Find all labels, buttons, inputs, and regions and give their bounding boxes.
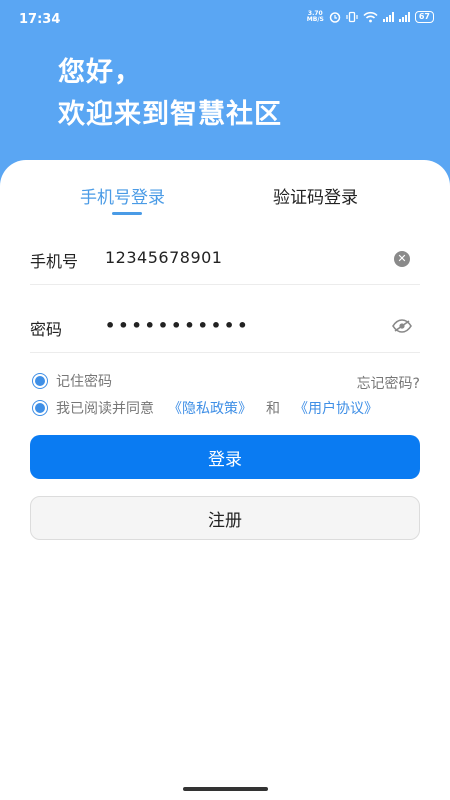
- greeting: 您好， 欢迎来到智慧社区: [58, 52, 282, 136]
- password-label: 密码: [30, 320, 63, 339]
- wifi-icon: [363, 11, 378, 23]
- status-icons: 3.70 MB/S 67: [307, 11, 434, 23]
- network-speed-unit: MB/S: [306, 16, 324, 23]
- user-agreement-link[interactable]: 《用户协议》: [294, 398, 378, 418]
- phone-label: 手机号: [30, 252, 79, 271]
- phone-input[interactable]: 12345678901: [105, 248, 222, 267]
- remember-password-label: 记住密码: [56, 374, 112, 390]
- vibrate-icon: [346, 11, 358, 23]
- battery-icon: 67: [414, 11, 434, 23]
- greeting-welcome: 欢迎来到智慧社区: [58, 99, 282, 130]
- phone-field[interactable]: 手机号 12345678901 ✕: [30, 234, 420, 285]
- forgot-password-link[interactable]: 忘记密码?: [357, 373, 420, 393]
- alarm-icon: [329, 12, 341, 23]
- active-tab-indicator: [112, 212, 142, 215]
- agreement-prefix: 我已阅读并同意: [56, 401, 154, 417]
- password-field[interactable]: 密码 •••••••••••: [30, 302, 420, 353]
- tab-code-login[interactable]: 验证码登录: [273, 183, 358, 208]
- agreement-checkbox[interactable]: [32, 400, 48, 416]
- agreement-option[interactable]: 我已阅读并同意 《隐私政策》 和 《用户协议》: [32, 398, 378, 418]
- remember-password-option[interactable]: 记住密码: [32, 371, 112, 391]
- hide-password-icon[interactable]: [392, 319, 412, 333]
- home-indicator[interactable]: [183, 787, 268, 791]
- register-button[interactable]: 注册: [30, 496, 420, 540]
- signal-strength-icon-2: [398, 12, 410, 22]
- signal-strength-icon: [382, 12, 394, 22]
- login-button[interactable]: 登录: [30, 435, 420, 479]
- privacy-policy-link[interactable]: 《隐私政策》: [168, 398, 252, 418]
- agreement-and: 和: [266, 401, 280, 417]
- greeting-hello: 您好，: [58, 57, 142, 88]
- network-speed-indicator: 3.70 MB/S: [307, 11, 324, 23]
- status-bar: 17:34 3.70 MB/S 67: [0, 0, 450, 40]
- clear-icon[interactable]: ✕: [394, 251, 410, 267]
- tab-phone-login[interactable]: 手机号登录: [80, 183, 165, 208]
- status-time: 17:34: [19, 12, 61, 27]
- remember-password-checkbox[interactable]: [32, 373, 48, 389]
- password-input[interactable]: •••••••••••: [105, 316, 251, 335]
